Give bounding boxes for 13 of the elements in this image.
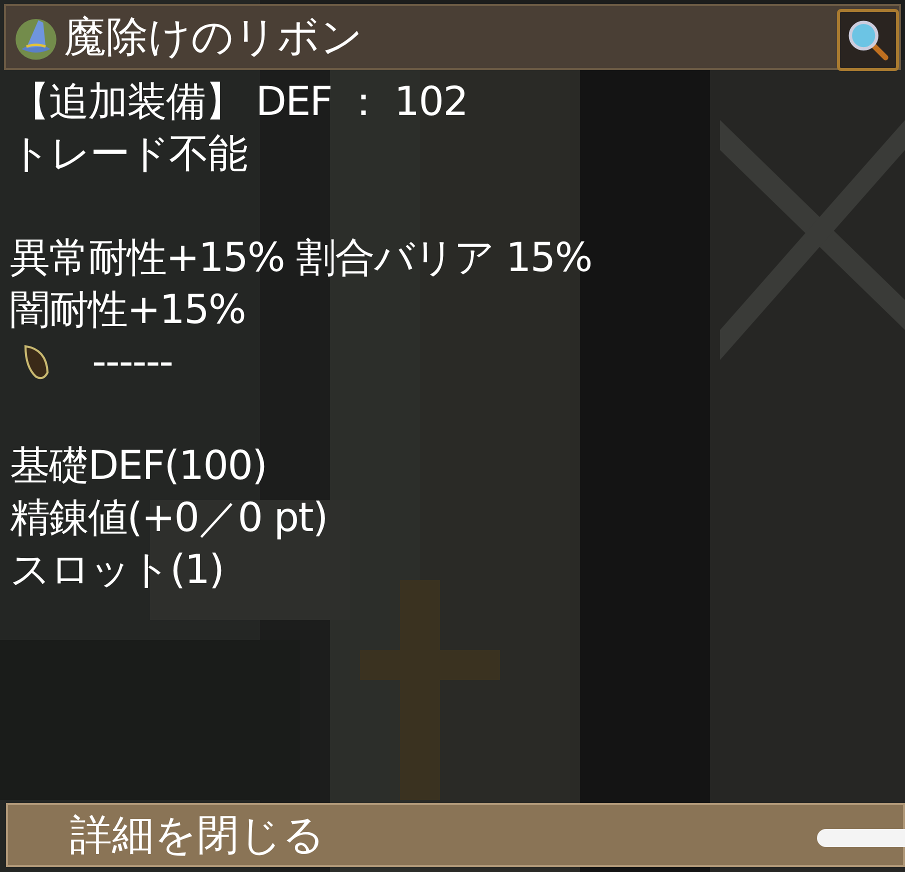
description-line: 異常耐性+15% 割合バリア 15%	[10, 234, 593, 283]
magnifier-icon	[846, 18, 890, 62]
search-button[interactable]	[837, 9, 899, 71]
description-line: スロット(1)	[10, 546, 225, 595]
item-name: 魔除けのリボン	[64, 11, 364, 63]
description-line: 【追加装備】 DEF ： 102	[10, 78, 469, 127]
empty-slot-text: ------	[92, 338, 173, 387]
description-line: 闇耐性+15%	[10, 286, 246, 335]
description-line: 基礎DEF(100)	[10, 442, 268, 491]
close-details-button[interactable]: 詳細を閉じる	[6, 803, 905, 867]
scroll-handle[interactable]	[817, 829, 905, 847]
description-line: 精錬値(+0／0 pt)	[10, 494, 328, 543]
description-line: トレード不能	[10, 130, 248, 179]
